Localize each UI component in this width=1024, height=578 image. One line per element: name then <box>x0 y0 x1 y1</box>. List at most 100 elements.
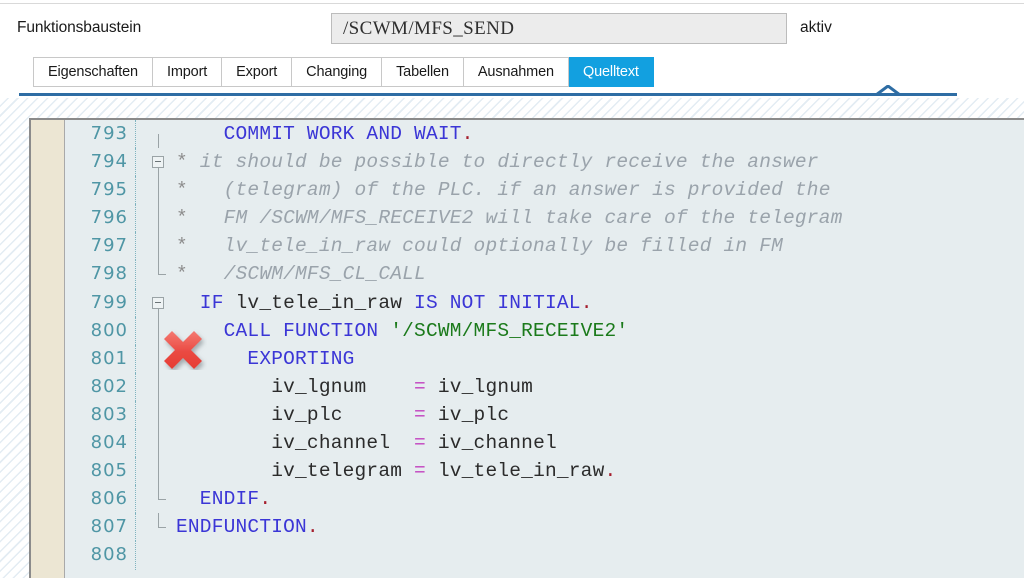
function-module-label: Funktionsbaustein <box>17 19 142 36</box>
fold-guide <box>158 429 159 458</box>
tab-quelltext[interactable]: Quelltext <box>568 57 654 87</box>
fold-guide <box>158 260 159 275</box>
fold-column[interactable] <box>146 289 172 317</box>
fold-column[interactable] <box>146 372 172 401</box>
fold-column[interactable] <box>146 344 172 373</box>
linenumber-separator <box>135 457 136 486</box>
code-text: * (telegram) of the PLC. if an answer is… <box>176 179 831 202</box>
tab-ausnahmen[interactable]: Ausnahmen <box>463 57 569 87</box>
line-number: 802 <box>90 375 128 397</box>
line-number: 799 <box>90 291 128 313</box>
line-number: 793 <box>90 123 128 144</box>
tab-import[interactable]: Import <box>152 57 223 87</box>
line-number: 806 <box>90 488 128 510</box>
fold-collapse-icon[interactable] <box>152 296 164 309</box>
fold-column[interactable] <box>146 148 172 177</box>
line-number: 807 <box>90 516 128 538</box>
tab-export[interactable]: Export <box>222 57 293 87</box>
fold-column[interactable] <box>146 316 172 345</box>
linenumber-separator <box>135 372 136 401</box>
fold-column[interactable] <box>146 120 172 148</box>
tab-bar: Eigenschaften Import Export Changing Tab… <box>33 57 654 87</box>
fold-guide <box>158 457 159 486</box>
function-module-field[interactable]: /SCWM/MFS_SEND <box>331 13 787 44</box>
linenumber-separator <box>135 344 136 373</box>
fold-guide <box>158 232 159 261</box>
fold-column[interactable] <box>146 260 172 288</box>
tab-active-caret-icon <box>875 85 901 95</box>
tab-underline <box>19 93 957 96</box>
linenumber-separator <box>135 541 136 570</box>
code-text: * FM /SCWM/MFS_RECEIVE2 will take care o… <box>176 207 843 230</box>
linenumber-separator <box>135 400 136 430</box>
fold-guide <box>158 513 159 528</box>
source-code-editor[interactable]: 793 COMMIT WORK AND WAIT. 794 * it shoul… <box>29 118 1024 578</box>
fold-guide <box>158 400 159 430</box>
fold-column[interactable] <box>146 513 172 541</box>
code-line-803[interactable]: 803 iv_plc = iv_plc <box>66 400 1024 430</box>
fold-column[interactable] <box>146 457 172 486</box>
sap-function-module-editor: Funktionsbaustein /SCWM/MFS_SEND aktiv E… <box>0 0 1024 578</box>
code-line-804[interactable]: 804 iv_channel = iv_channel <box>66 429 1024 458</box>
linenumber-separator <box>135 120 136 149</box>
line-number: 794 <box>90 151 128 173</box>
status-badge: aktiv <box>800 19 832 36</box>
code-text: iv_lgnum = iv_lgnum <box>176 375 534 398</box>
editor-left-gutter[interactable] <box>31 120 65 578</box>
code-area[interactable]: 793 COMMIT WORK AND WAIT. 794 * it shoul… <box>66 120 1024 578</box>
tab-tabellen[interactable]: Tabellen <box>382 57 464 87</box>
code-line-800[interactable]: 800 CALL FUNCTION '/SCWM/MFS_RECEIVE2' <box>66 316 1024 345</box>
code-line-795[interactable]: 795 * (telegram) of the PLC. if an answe… <box>66 176 1024 205</box>
fold-column[interactable] <box>146 400 172 430</box>
fold-collapse-icon[interactable] <box>152 156 164 169</box>
fold-guide <box>158 134 159 148</box>
code-text: ENDFUNCTION. <box>176 516 319 539</box>
fold-guide <box>158 204 159 233</box>
code-line-796[interactable]: 796 * FM /SCWM/MFS_RECEIVE2 will take ca… <box>66 204 1024 233</box>
code-text: * /SCWM/MFS_CL_CALL <box>176 263 426 286</box>
linenumber-separator <box>135 288 136 317</box>
fold-guide <box>158 372 159 401</box>
fold-column[interactable] <box>146 232 172 261</box>
code-text: * it should be possible to directly rece… <box>176 151 819 174</box>
code-line-806[interactable]: 806 ENDIF. <box>66 485 1024 514</box>
line-number: 805 <box>90 460 128 482</box>
fold-column[interactable] <box>146 485 172 513</box>
code-line-807[interactable]: 807 ENDFUNCTION. <box>66 513 1024 542</box>
code-text: iv_plc = iv_plc <box>176 403 510 426</box>
fold-guide <box>158 485 159 500</box>
line-number: 808 <box>90 544 128 566</box>
tab-eigenschaften[interactable]: Eigenschaften <box>33 57 153 87</box>
linenumber-separator <box>135 204 136 233</box>
line-number: 795 <box>90 179 128 201</box>
fold-column[interactable] <box>146 176 172 205</box>
line-number: 804 <box>90 432 128 454</box>
tab-changing[interactable]: Changing <box>292 57 383 87</box>
linenumber-separator <box>135 148 136 177</box>
code-text: CALL FUNCTION '/SCWM/MFS_RECEIVE2' <box>176 319 629 342</box>
line-number: 803 <box>90 403 128 425</box>
fold-region-end-icon <box>158 274 166 276</box>
code-line-797[interactable]: 797 * lv_tele_in_raw could optionally be… <box>66 232 1024 261</box>
linenumber-separator <box>135 260 136 289</box>
code-line-808[interactable]: 808 <box>66 541 1024 570</box>
code-line-793[interactable]: 793 COMMIT WORK AND WAIT. <box>66 120 1024 149</box>
code-line-799[interactable]: 799 IF lv_tele_in_raw IS NOT INITIAL. <box>66 288 1024 317</box>
fold-guide <box>158 344 159 373</box>
linenumber-separator <box>135 429 136 458</box>
code-text: IF lv_tele_in_raw IS NOT INITIAL. <box>176 291 593 314</box>
fold-column[interactable] <box>146 429 172 458</box>
code-line-794[interactable]: 794 * it should be possible to directly … <box>66 148 1024 177</box>
code-line-802[interactable]: 802 iv_lgnum = iv_lgnum <box>66 372 1024 401</box>
code-line-805[interactable]: 805 iv_telegram = lv_tele_in_raw. <box>66 457 1024 486</box>
top-divider <box>0 3 1024 4</box>
line-number: 800 <box>90 319 128 341</box>
code-line-798[interactable]: 798 * /SCWM/MFS_CL_CALL <box>66 260 1024 289</box>
line-number: 798 <box>90 263 128 285</box>
code-line-801[interactable]: 801 EXPORTING <box>66 344 1024 373</box>
code-text: * lv_tele_in_raw could optionally be fil… <box>176 235 784 258</box>
code-text: iv_channel = iv_channel <box>176 432 557 455</box>
code-text: ENDIF. <box>176 488 272 511</box>
fold-region-end-icon <box>158 499 166 501</box>
fold-column[interactable] <box>146 204 172 233</box>
